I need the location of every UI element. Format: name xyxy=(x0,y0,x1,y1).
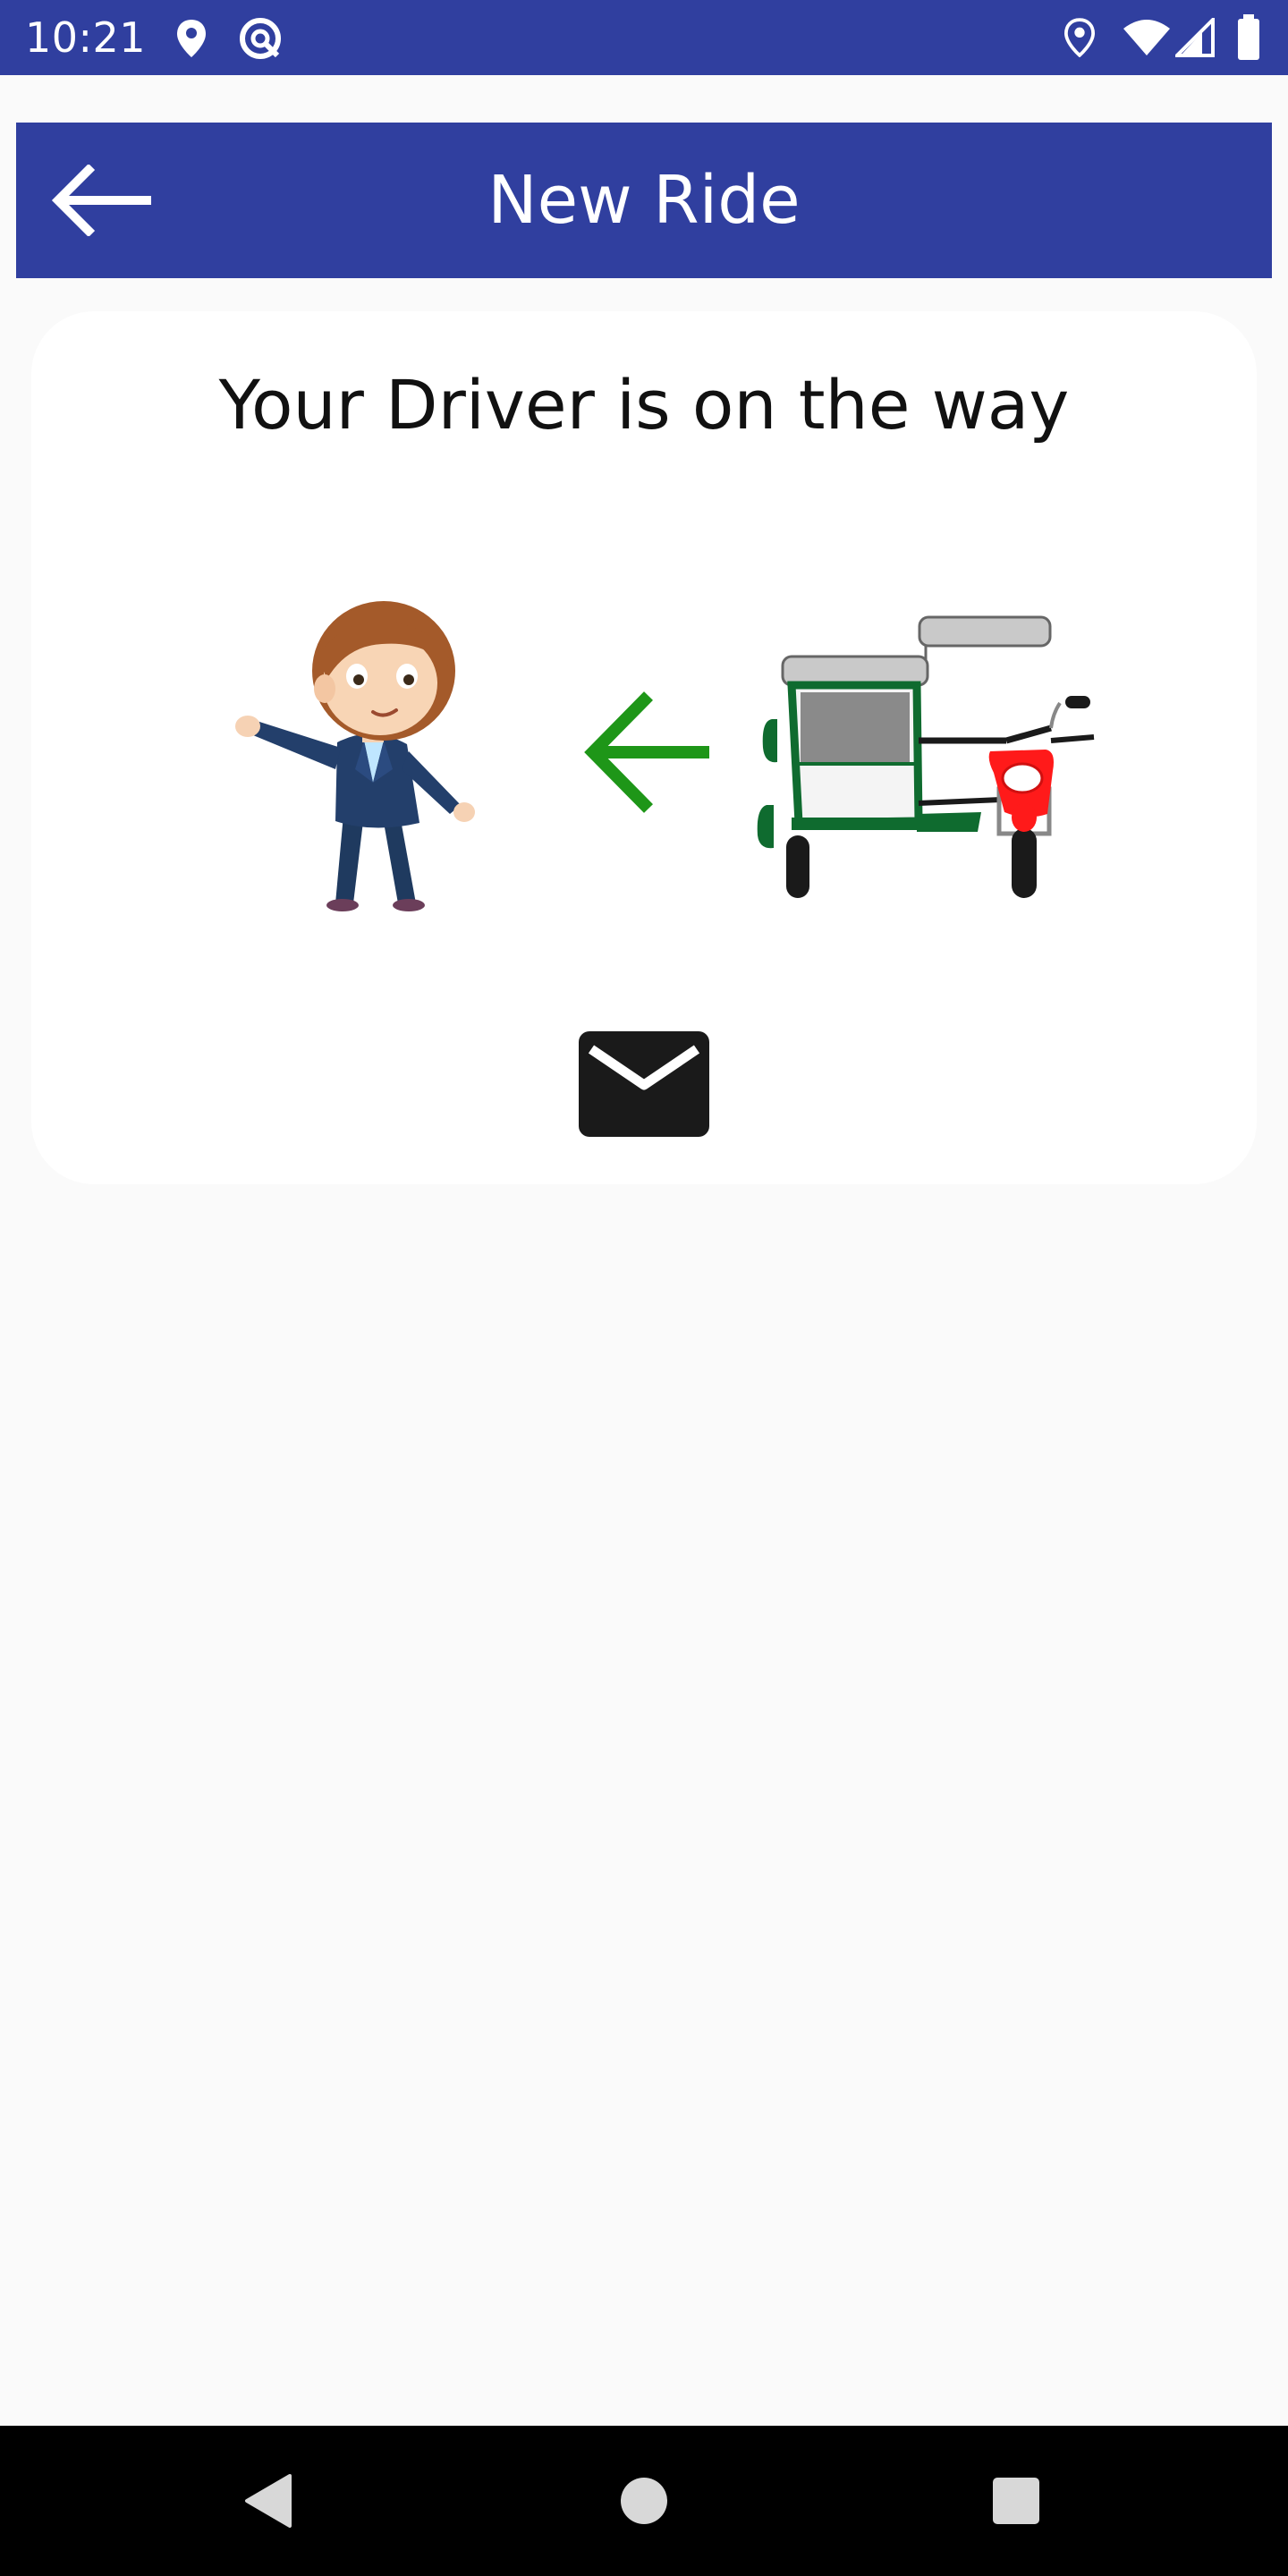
ride-status-card: Your Driver is on the way xyxy=(31,311,1257,1184)
mail-icon[interactable] xyxy=(579,1031,709,1137)
nav-back-button[interactable] xyxy=(224,2456,313,2546)
nav-recents-button[interactable] xyxy=(971,2456,1061,2546)
home-circle-icon xyxy=(621,2478,667,2524)
app-bar: New Ride xyxy=(16,123,1272,278)
arrow-back-icon xyxy=(51,165,151,236)
arrow-left-icon xyxy=(584,691,709,813)
status-bar: 10:21 xyxy=(0,0,1288,75)
back-button[interactable] xyxy=(16,123,186,278)
status-time: 10:21 xyxy=(25,13,147,62)
wifi-icon xyxy=(1123,20,1170,55)
tricycle-icon xyxy=(757,615,1095,898)
recents-square-icon xyxy=(993,2478,1039,2524)
battery-icon xyxy=(1238,14,1259,60)
page-title: New Ride xyxy=(487,162,801,239)
cell-signal-icon xyxy=(1175,18,1215,57)
ride-status-heading: Your Driver is on the way xyxy=(218,365,1070,445)
back-triangle-icon xyxy=(245,2474,292,2528)
nav-home-button[interactable] xyxy=(599,2456,689,2546)
passenger-icon xyxy=(235,601,475,911)
location-pin-icon xyxy=(1064,18,1095,57)
location-pin-icon xyxy=(177,20,206,57)
system-nav-bar xyxy=(0,2426,1288,2576)
data-saver-icon xyxy=(240,18,281,59)
